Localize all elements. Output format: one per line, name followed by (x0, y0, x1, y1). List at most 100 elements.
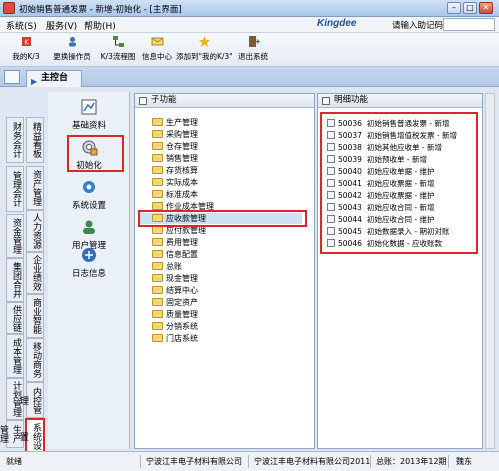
module-business-intelligence[interactable]: 商业智能 (26, 294, 44, 338)
tab-main-console-label: 主控台 (41, 73, 69, 83)
tree-item-label: 现金管理 (166, 274, 198, 283)
tree-item-production[interactable]: 生产管理 (152, 117, 198, 128)
status-period: 总账：2013年12期 (376, 457, 447, 466)
tree-item-inventory-accounting[interactable]: 存货核算 (152, 165, 198, 176)
folder-icon (152, 238, 163, 246)
module-lean-kanban[interactable]: 精益看板 (26, 117, 44, 163)
sub-function-title: 子功能 (151, 95, 177, 105)
sub-function-panel: 子功能 生产管理 采购管理 仓存管理 销售管理 存货核算 实际成本 标准成本 作… (134, 93, 315, 449)
module-internal-control[interactable]: 内控管理 (18, 382, 44, 418)
add-to-my-k3-button[interactable]: 添加到"我的K/3" (176, 35, 233, 65)
status-separator (248, 455, 249, 468)
folder-icon (152, 262, 163, 270)
tree-item-settlement[interactable]: 结算中心 (152, 285, 198, 296)
kingdee-logo: Kingdee (317, 18, 357, 29)
detail-highlight-box (320, 112, 478, 254)
tree-item-label: 销售管理 (166, 154, 198, 163)
status-database: 宁波江丰电子材料有限公司2011 (254, 457, 371, 466)
my-k3-label: 我的K/3 (12, 52, 40, 61)
tree-item-label: 固定资产 (166, 298, 198, 307)
tree-item-expense[interactable]: 费用管理 (152, 237, 198, 248)
folder-icon (152, 118, 163, 126)
status-ready: 就绪 (6, 457, 22, 466)
folder-icon (152, 226, 163, 234)
assist-code-input[interactable] (443, 18, 495, 31)
module-fund-management[interactable]: 资金管理 (6, 214, 24, 258)
tree-item-label: 费用管理 (166, 238, 198, 247)
tree-item-label: 门店系统 (166, 334, 198, 343)
tree-item-general-ledger[interactable]: 总账 (152, 261, 182, 272)
tree-item-label: 采购管理 (166, 130, 198, 139)
module-system-settings[interactable]: 系统设置 (18, 418, 45, 454)
tree-item-distribution[interactable]: 分销系统 (152, 321, 198, 332)
svg-text:K: K (24, 39, 29, 47)
tree-item-label: 应付款管理 (166, 226, 206, 235)
tree-item-cash[interactable]: 现金管理 (152, 273, 198, 284)
flowchart-button[interactable]: K/3流程图 (96, 35, 140, 65)
tree-item-label: 分销系统 (166, 322, 198, 331)
exit-icon (248, 36, 260, 47)
message-center-button[interactable]: 信息中心 (140, 35, 174, 65)
module-management-accounting[interactable]: 管理会计 (6, 166, 24, 212)
tree-item-label: 结算中心 (166, 286, 198, 295)
tree-item-standard-cost[interactable]: 标准成本 (152, 189, 198, 200)
right-scrollbar[interactable] (485, 93, 495, 449)
collapse-icon[interactable] (322, 97, 330, 105)
minimize-button[interactable]: – (447, 2, 461, 14)
folder-icon (152, 310, 163, 318)
module-enterprise-performance[interactable]: 企业绩效 (26, 252, 44, 294)
change-user-icon (68, 37, 76, 47)
change-operator-label: 更换操作员 (53, 52, 91, 61)
tree-item-label: 总账 (166, 262, 182, 271)
tree-item-label: 质量管理 (166, 310, 198, 319)
tree-item-label: 生产管理 (166, 118, 198, 127)
tree-item-quality[interactable]: 质量管理 (152, 309, 198, 320)
exit-system-label: 退出系统 (238, 52, 268, 61)
folder-icon (152, 190, 163, 198)
detail-function-title: 明细功能 (334, 95, 369, 105)
tree-item-label: 信息配置 (166, 250, 198, 259)
module-supply-chain[interactable]: 供应链 (6, 302, 24, 334)
tree-item-fixed-assets[interactable]: 固定资产 (152, 297, 198, 308)
settings-icon (83, 181, 95, 193)
icon-item-base-data[interactable]: 基础资料 (48, 98, 130, 131)
icon-item-log-info[interactable]: 日志信息 (48, 246, 130, 279)
module-human-resources[interactable]: 人力资源 (26, 210, 44, 252)
tree-item-warehouse[interactable]: 仓存管理 (152, 141, 198, 152)
tree-item-label: 仓存管理 (166, 142, 198, 151)
flowchart-icon (112, 36, 124, 47)
module-mobile-commerce[interactable]: 移动商务 (26, 338, 44, 382)
tab-row: ▶ 主控台 (0, 67, 499, 87)
tree-item-purchase[interactable]: 采购管理 (152, 129, 198, 140)
tree-item-actual-cost[interactable]: 实际成本 (152, 177, 198, 188)
folder-icon (152, 286, 163, 294)
tree-item-label: 存货核算 (166, 166, 198, 175)
icon-item-system-settings[interactable]: 系统设置 (48, 178, 130, 211)
module-cost-management[interactable]: 成本管理 (6, 334, 24, 378)
menu-help[interactable]: 帮助(H) (84, 19, 116, 32)
menu-service[interactable]: 服务(V) (46, 19, 77, 32)
home-icon[interactable] (4, 70, 20, 84)
module-asset-management[interactable]: 资产管理 (26, 166, 44, 210)
module-group-consolidation[interactable]: 集团合并 (6, 258, 24, 302)
title-bar: 初始销售普通发票 - 新增-初始化 - [主界面] – □ ✕ (0, 0, 499, 17)
my-k3-button[interactable]: K 我的K/3 (6, 35, 46, 65)
base-data-label: 基础资料 (71, 121, 106, 131)
close-button[interactable]: ✕ (479, 2, 493, 14)
maximize-button[interactable]: □ (463, 2, 477, 14)
exit-system-button[interactable]: 退出系统 (236, 35, 270, 65)
module-financial-accounting[interactable]: 财务会计 (6, 117, 24, 163)
change-operator-button[interactable]: 更换操作员 (50, 35, 94, 65)
tree-item-sales[interactable]: 销售管理 (152, 153, 198, 164)
tab-main-console[interactable]: ▶ 主控台 (26, 70, 82, 87)
menu-system[interactable]: 系统(S) (6, 19, 37, 32)
message-center-label: 信息中心 (142, 52, 172, 61)
users-icon (83, 220, 95, 234)
collapse-icon[interactable] (139, 97, 147, 105)
tree-item-info-config[interactable]: 信息配置 (152, 249, 198, 260)
flowchart-label: K/3流程图 (100, 52, 136, 61)
tree-item-label: 标准成本 (166, 190, 198, 199)
tree-item-store[interactable]: 门店系统 (152, 333, 198, 344)
folder-icon (152, 298, 163, 306)
folder-icon (152, 274, 163, 282)
